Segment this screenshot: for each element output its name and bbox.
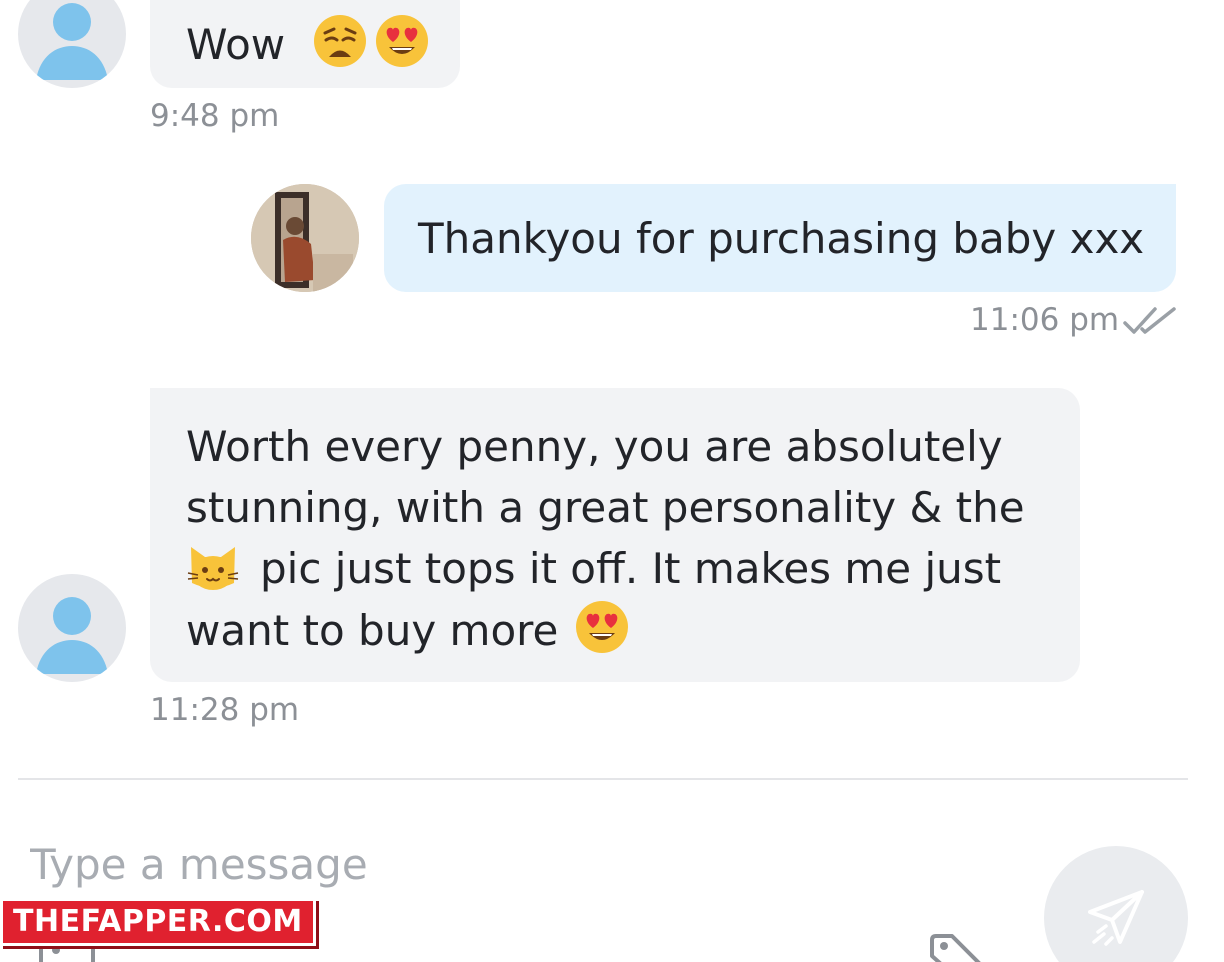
paper-plane-icon bbox=[1084, 886, 1148, 954]
weary-face-emoji-icon bbox=[312, 13, 368, 69]
message-timestamp: 9:48 pm bbox=[150, 98, 280, 134]
composer-divider bbox=[18, 778, 1188, 780]
contact-avatar[interactable] bbox=[18, 0, 126, 88]
watermark-logo: THEFAPPER.COM bbox=[0, 898, 316, 946]
contact-avatar[interactable] bbox=[18, 574, 126, 682]
message-bubble-sent[interactable]: Thankyou for purchasing baby xxx bbox=[384, 184, 1176, 292]
user-silhouette-icon bbox=[36, 597, 108, 674]
cat-face-emoji-icon bbox=[186, 539, 240, 593]
message-text: Wow bbox=[186, 20, 286, 69]
chat-screen: Wow 9:48 pm Thankyou for purchasing baby… bbox=[0, 0, 1224, 962]
message-bubble-received[interactable]: Wow bbox=[150, 0, 460, 88]
user-silhouette-icon bbox=[36, 3, 108, 80]
message-line-with-emoji: pic just tops it off. It makes me just bbox=[186, 538, 1080, 599]
profile-photo-icon bbox=[251, 184, 359, 292]
heart-eyes-face-emoji-icon bbox=[574, 599, 630, 655]
message-timestamp: 11:28 pm bbox=[150, 692, 300, 728]
message-text: Thankyou for purchasing baby xxx bbox=[418, 214, 1145, 263]
message-line: stunning, with a great personality & the bbox=[186, 483, 1025, 532]
heart-eyes-face-emoji-icon bbox=[374, 13, 430, 69]
double-check-icon bbox=[1122, 305, 1178, 341]
sender-avatar[interactable] bbox=[251, 184, 359, 292]
price-tag-icon[interactable] bbox=[928, 932, 990, 962]
message-timestamp: 11:06 pm bbox=[970, 302, 1120, 338]
send-button[interactable] bbox=[1044, 846, 1188, 962]
message-line-with-emoji: want to buy more bbox=[186, 599, 1080, 661]
message-line: Worth every penny, you are absolutely bbox=[186, 422, 1003, 471]
message-bubble-received[interactable]: Worth every penny, you are absolutely st… bbox=[150, 388, 1080, 682]
message-input[interactable] bbox=[30, 836, 930, 892]
